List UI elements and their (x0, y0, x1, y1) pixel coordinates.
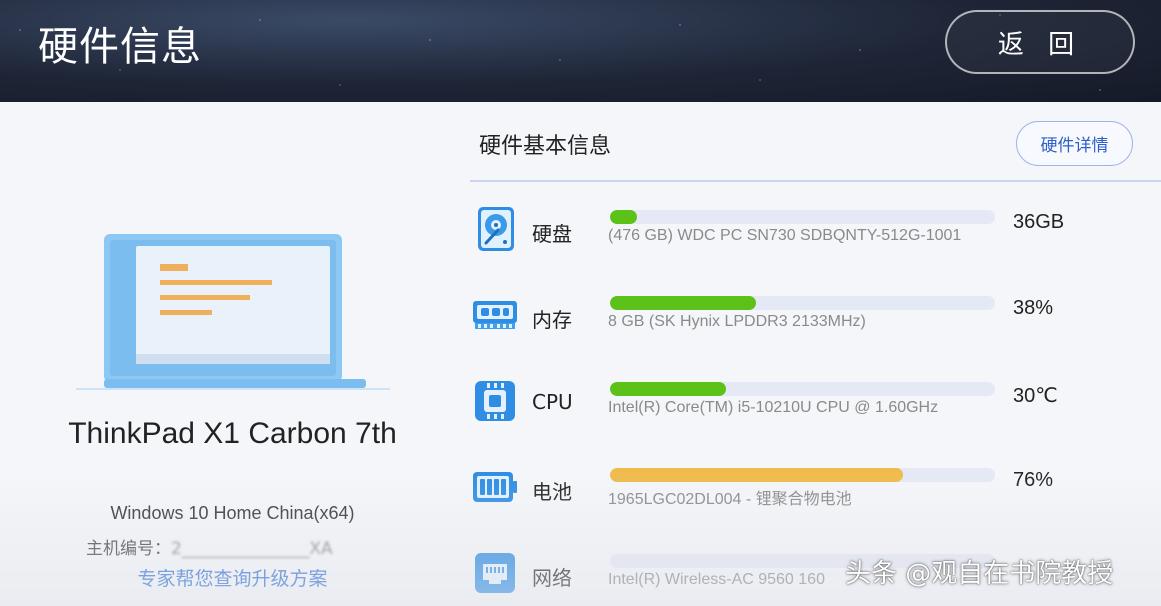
host-id-value: 2_______________XA (171, 539, 333, 559)
usage-bar-fill (610, 296, 757, 310)
page-title: 硬件信息 (38, 24, 202, 70)
host-id-label: 主机编号： (86, 539, 171, 559)
usage-bar (610, 382, 995, 396)
network-icon (475, 553, 515, 593)
hardware-value: 38% (1013, 297, 1054, 319)
watermark: 头条 @观自在书院教授 (845, 559, 1114, 589)
hardware-row-disk: 硬盘 (476 GB) WDC PC SN730 SDBQNTY-512G-10… (470, 206, 1161, 276)
usage-bar-fill (610, 468, 903, 482)
battery-icon (473, 472, 517, 502)
upgrade-link[interactable]: 专家帮您查询升级方案 (40, 564, 425, 591)
section-title: 硬件基本信息 (479, 134, 612, 159)
usage-bar-fill (610, 382, 726, 396)
hardware-value: 36GB (1013, 211, 1065, 233)
device-name: ThinkPad X1 Carbon 7th (68, 417, 397, 450)
usage-bar (610, 468, 995, 482)
cpu-icon (475, 381, 515, 421)
hardware-description: Intel(R) Core(TM) i5-10210U CPU @ 1.60GH… (608, 399, 939, 416)
os-info: Windows 10 Home China(x64) (110, 503, 355, 523)
usage-bar (610, 210, 995, 224)
usage-bar (610, 296, 995, 310)
usage-bar-fill (610, 210, 637, 224)
hardware-label: CPU (532, 390, 573, 414)
hardware-label: 内存 (532, 308, 572, 332)
hardware-value: 76% (1013, 469, 1054, 491)
hardware-description: (476 GB) WDC PC SN730 SDBQNTY-512G-1001 (608, 227, 962, 244)
hardware-description: 8 GB (SK Hynix LPDDR3 2133MHz) (608, 313, 866, 330)
memory-icon (473, 301, 517, 329)
hardware-value: 30℃ (1013, 385, 1058, 407)
header-banner: 硬件信息 返 回 (0, 0, 1161, 102)
hardware-label: 网络 (532, 566, 572, 590)
laptop-illustration (76, 234, 390, 390)
hardware-label: 硬盘 (532, 222, 572, 246)
hardware-row-memory: 内存 8 GB (SK Hynix LPDDR3 2133MHz) 38% (470, 292, 1161, 362)
hardware-info-panel: 硬件基本信息 硬件详情 硬盘 (476 GB) WDC PC SN730 SDB… (470, 102, 1161, 606)
device-summary-panel: ThinkPad X1 Carbon 7th Windows 10 Home C… (0, 102, 465, 606)
hardware-label: 电池 (532, 480, 572, 504)
hardware-details-button[interactable]: 硬件详情 (1016, 121, 1133, 166)
hardware-row-cpu: CPU Intel(R) Core(TM) i5-10210U CPU @ 1.… (470, 378, 1161, 448)
host-id: 主机编号：2_______________XA (86, 534, 416, 559)
hard-disk-icon (478, 207, 514, 251)
divider (470, 180, 1161, 182)
hardware-description: Intel(R) Wireless-AC 9560 160 (608, 571, 825, 588)
hardware-description: 1965LGC02DL004 - 锂聚合物电池 (608, 491, 852, 508)
back-button[interactable]: 返 回 (945, 10, 1135, 74)
hardware-row-battery: 电池 1965LGC02DL004 - 锂聚合物电池 76% (470, 464, 1161, 534)
